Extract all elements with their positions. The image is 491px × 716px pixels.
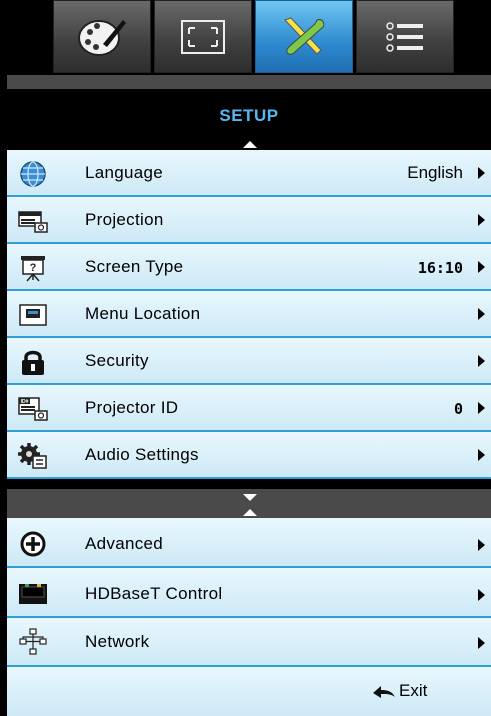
menu-item-hdbaset-control[interactable]: HDBaseT Control	[7, 568, 491, 618]
menu-item-projection[interactable]: Projection	[7, 197, 491, 244]
menu-location-icon	[19, 304, 47, 326]
chevron-right-icon	[478, 637, 485, 649]
scroll-up-indicator-2[interactable]	[243, 509, 257, 516]
item-label: Audio Settings	[85, 445, 199, 464]
chevron-right-icon	[478, 261, 485, 273]
exit-row[interactable]: Exit	[7, 667, 491, 716]
hdbaset-icon	[19, 584, 47, 604]
item-label: Projection	[85, 210, 164, 229]
chevron-right-icon	[478, 355, 485, 367]
menu-item-audio-settings[interactable]: Audio Settings	[7, 432, 491, 479]
svg-text:?: ?	[30, 262, 37, 274]
display-expand-icon	[181, 19, 225, 54]
lock-icon	[22, 350, 44, 375]
item-value: 0	[453, 400, 463, 418]
chevron-right-icon	[478, 589, 485, 601]
screen-icon: ?	[21, 256, 45, 282]
list-options-icon	[386, 21, 423, 52]
menu-item-advanced[interactable]: Advanced	[7, 518, 491, 568]
exit-label: Exit	[399, 681, 428, 700]
menu-tabs	[53, 0, 456, 75]
menu-item-menu-location[interactable]: Menu Location	[7, 291, 491, 338]
menu-item-network[interactable]: Network	[7, 618, 491, 667]
tab-display[interactable]	[154, 0, 252, 73]
chevron-right-icon	[478, 402, 485, 414]
advanced-icon	[20, 531, 46, 557]
menu-item-screen-type[interactable]: ? Screen Type 16:10	[7, 244, 491, 291]
globe-icon	[20, 161, 46, 187]
svg-text:ID#: ID#	[21, 399, 29, 405]
chevron-right-icon	[478, 167, 485, 179]
item-value: 16:10	[417, 259, 463, 277]
item-label: Advanced	[85, 534, 164, 553]
menu-item-security[interactable]: Security	[7, 338, 491, 385]
projection-icon	[18, 211, 48, 233]
scroll-up-indicator[interactable]	[243, 141, 257, 148]
scroll-down-indicator[interactable]	[243, 494, 257, 501]
header-band	[7, 75, 491, 89]
chevron-right-icon	[478, 214, 485, 226]
item-label: Menu Location	[85, 304, 201, 323]
chevron-right-icon	[478, 449, 485, 461]
projector-id-icon: ID#	[18, 397, 48, 421]
setup-list-page-2: Advanced HDBaseT Control Network	[7, 518, 491, 667]
item-label: Screen Type	[85, 257, 184, 276]
chevron-right-icon	[478, 308, 485, 320]
exit-arrow-icon	[373, 686, 395, 698]
chevron-right-icon	[478, 539, 485, 551]
menu-item-projector-id[interactable]: ID# Projector ID 0	[7, 385, 491, 432]
menu-item-language[interactable]: Language English	[7, 150, 491, 197]
setup-list-page-1: Language English Projection ? Screen Typ…	[7, 150, 491, 479]
palette-icon	[78, 19, 126, 56]
item-label: Projector ID	[85, 398, 179, 417]
item-label: Language	[85, 163, 164, 182]
tools-icon	[284, 16, 325, 55]
item-label: HDBaseT Control	[85, 584, 223, 603]
page-title: SETUP	[219, 106, 279, 125]
network-icon	[19, 628, 47, 655]
tab-options[interactable]	[356, 0, 454, 73]
audio-settings-icon	[18, 443, 47, 469]
item-value: English	[407, 163, 463, 182]
tab-image[interactable]	[53, 0, 151, 73]
item-label: Security	[85, 351, 149, 370]
tab-setup[interactable]	[255, 0, 353, 73]
item-label: Network	[85, 632, 150, 651]
